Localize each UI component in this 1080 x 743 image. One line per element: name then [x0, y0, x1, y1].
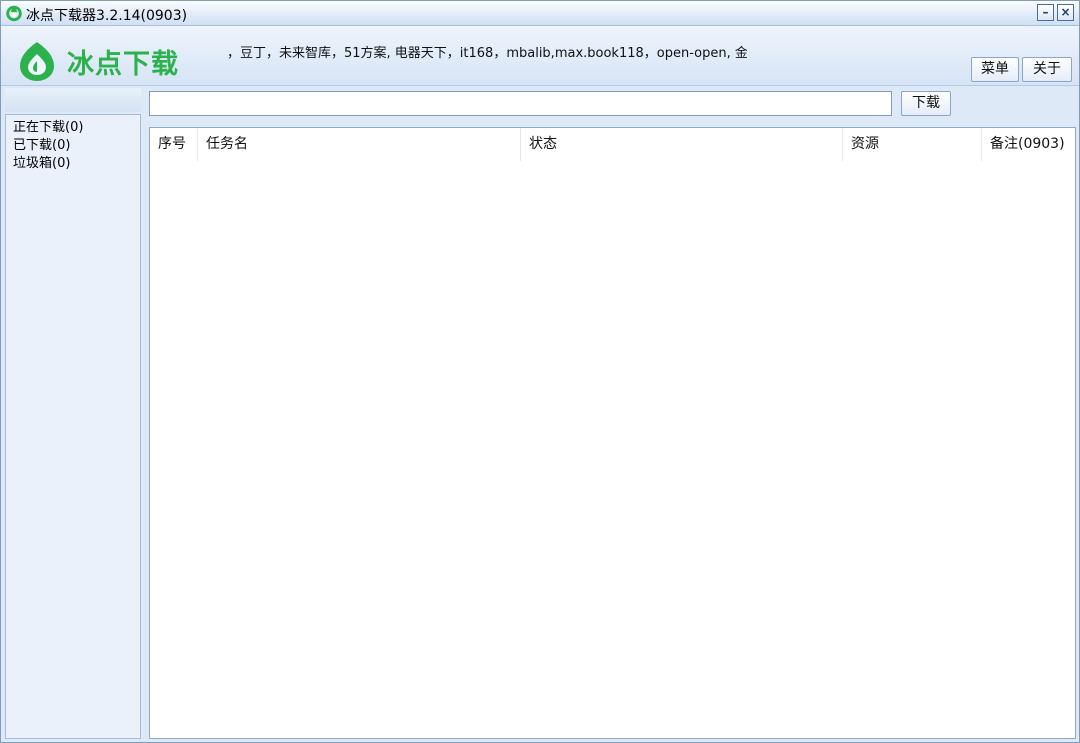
url-input[interactable] — [149, 91, 892, 116]
close-button[interactable]: × — [1057, 4, 1074, 21]
about-button[interactable]: 关于 — [1022, 57, 1072, 82]
minimize-button[interactable]: – — [1037, 4, 1054, 21]
supported-sites-marquee: ，豆丁，未来智库，51方案, 电器天下，it168，mbalib,max.boo… — [227, 46, 747, 61]
sidebar-item-trash[interactable]: 垃圾箱(0) — [13, 155, 140, 173]
sidebar-item-downloaded[interactable]: 已下载(0) — [13, 137, 140, 155]
column-header-status[interactable]: 状态 — [521, 128, 843, 161]
sidebar: 正在下载(0) 已下载(0) 垃圾箱(0) — [5, 114, 141, 739]
window-title: 冰点下载器3.2.14(0903) — [26, 8, 188, 24]
app-window: 冰点下载器3.2.14(0903) – × 冰点下载 ，豆丁，未来智库，51方案… — [0, 0, 1080, 743]
column-header-seq[interactable]: 序号 — [150, 128, 198, 161]
brand-logo-icon — [20, 42, 54, 81]
header-banner: 冰点下载 ，豆丁，未来智库，51方案, 电器天下，it168，mbalib,ma… — [1, 26, 1079, 86]
table-header: 序号 任务名 状态 资源 备注(0903) — [150, 128, 1075, 161]
sidebar-item-downloading[interactable]: 正在下载(0) — [13, 119, 140, 137]
app-logo-icon — [6, 5, 22, 22]
sidebar-header — [5, 88, 141, 112]
column-header-source[interactable]: 资源 — [843, 128, 982, 161]
column-header-task-name[interactable]: 任务名 — [198, 128, 521, 161]
download-button[interactable]: 下载 — [901, 91, 951, 116]
column-header-note[interactable]: 备注(0903) — [982, 128, 1075, 161]
menu-button[interactable]: 菜单 — [971, 57, 1019, 82]
brand-name: 冰点下载 — [67, 49, 179, 80]
task-table: 序号 任务名 状态 资源 备注(0903) — [149, 127, 1076, 739]
title-bar[interactable]: 冰点下载器3.2.14(0903) – × — [1, 1, 1079, 26]
